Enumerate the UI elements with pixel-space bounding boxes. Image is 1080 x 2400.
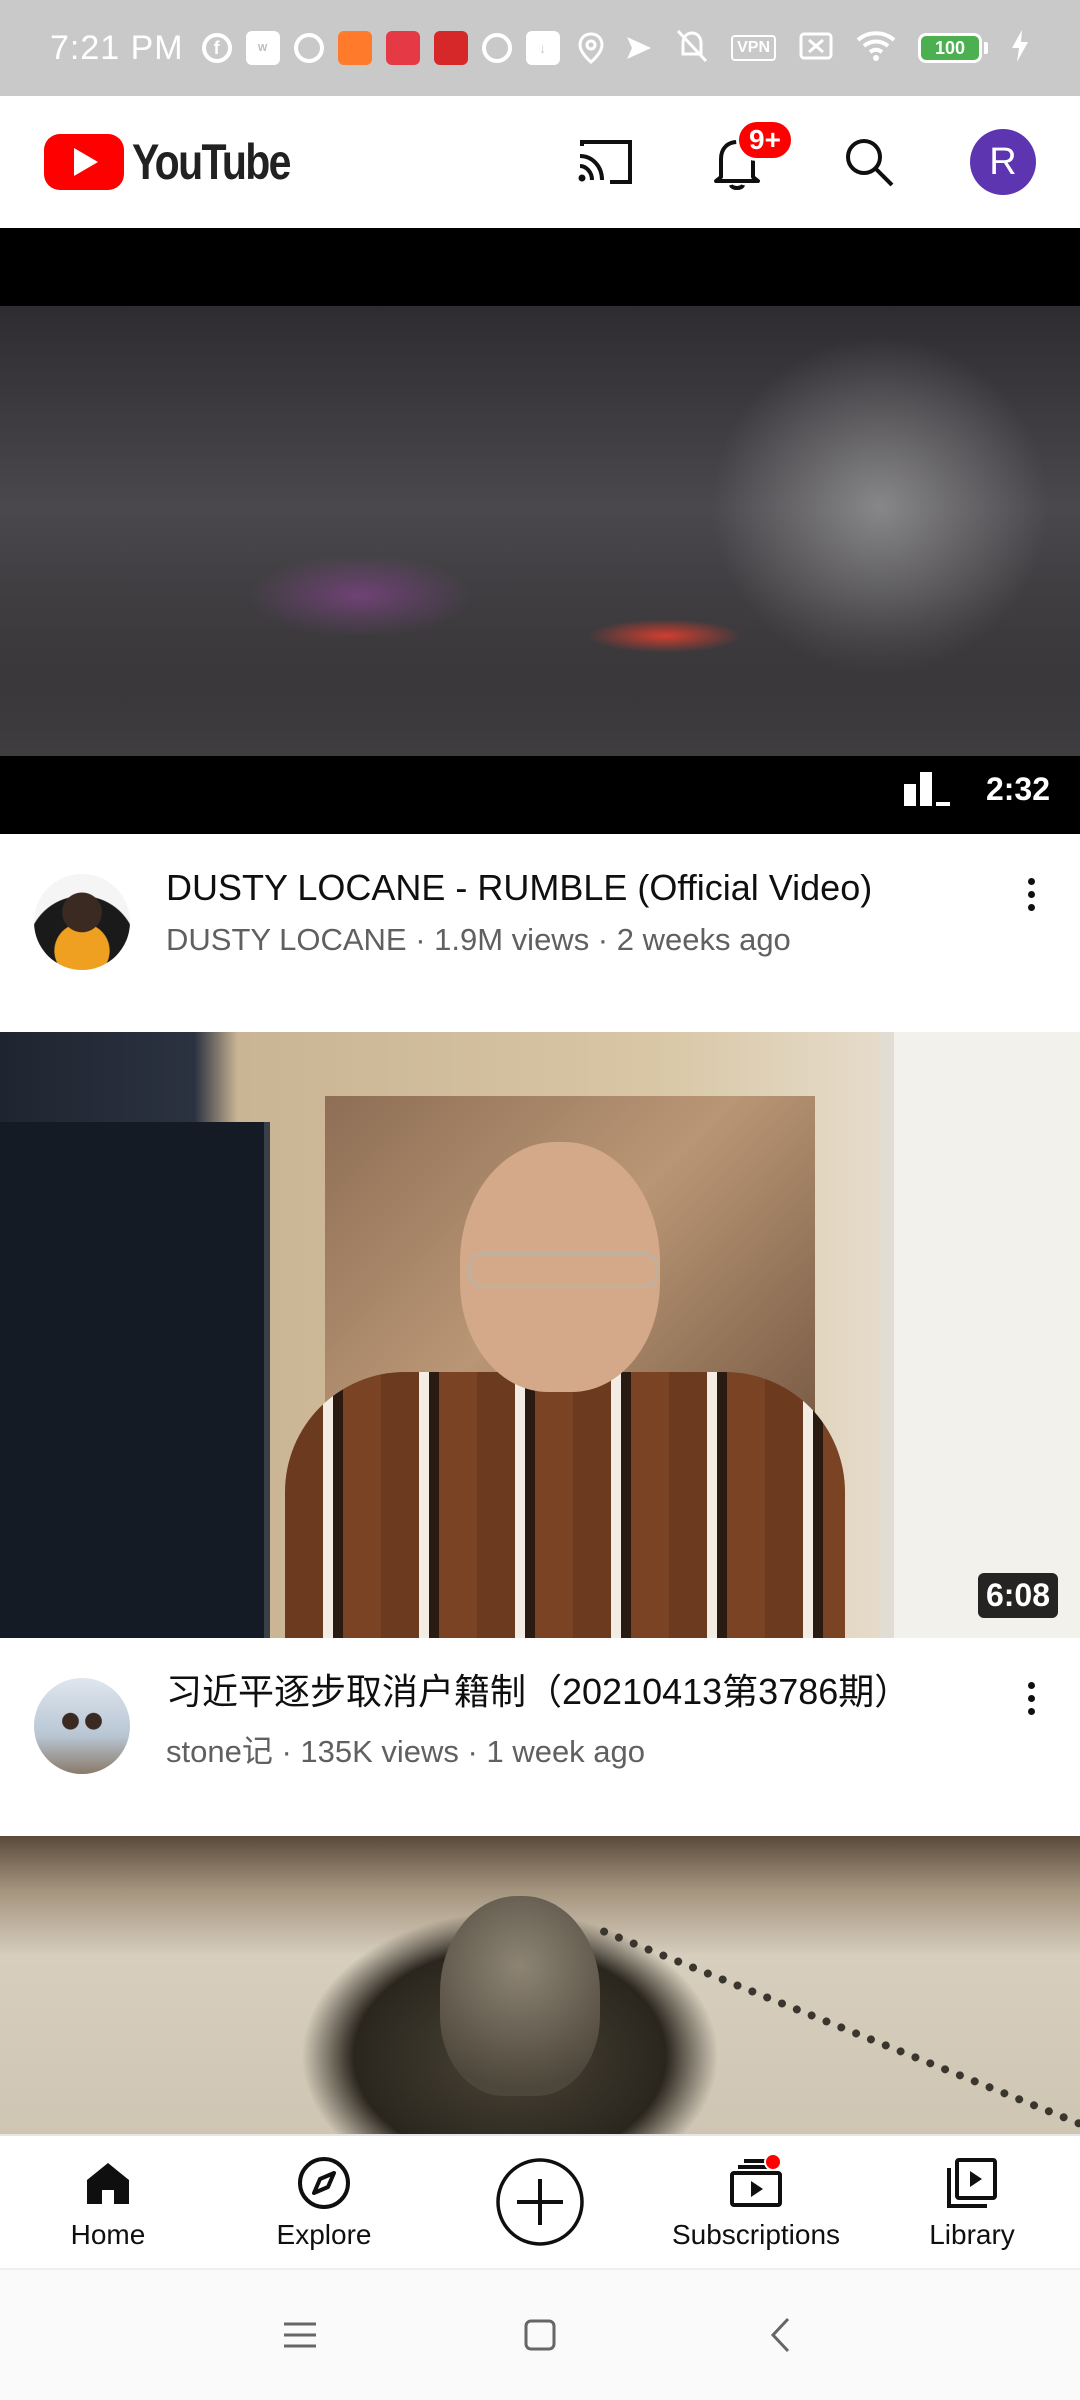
more-options-button[interactable]: [1016, 878, 1046, 1032]
video-meta[interactable]: DUSTY LOCANE - RUMBLE (Official Video) D…: [0, 834, 1080, 1032]
add-circle-icon: [494, 2156, 586, 2248]
sim-off-icon: [798, 31, 834, 66]
channel-avatar[interactable]: [34, 874, 130, 970]
notification-icons: f W ↓: [201, 31, 656, 65]
video-subtitle: stone记 · 135K views · 1 week ago: [166, 1734, 646, 1769]
subscriptions-icon: [726, 2153, 786, 2213]
video-thumbnail[interactable]: 6:08: [0, 1032, 1080, 1638]
playing-indicator-icon: [904, 772, 950, 806]
youtube-logo-text: YouTube: [132, 134, 291, 190]
download-icon: ↓: [525, 31, 560, 65]
video-duration: 2:32: [985, 771, 1050, 807]
nav-subscriptions[interactable]: Subscriptions: [648, 2136, 864, 2268]
battery-indicator: 100: [918, 33, 988, 63]
webtoon-icon: W: [245, 31, 280, 65]
vpn-badge: VPN: [731, 35, 776, 61]
nav-explore[interactable]: Explore: [216, 2136, 432, 2268]
nav-label: Home: [70, 2219, 146, 2250]
app-red-icon: [385, 31, 420, 65]
video-duration: 6:08: [977, 1573, 1058, 1618]
search-icon: [846, 139, 894, 187]
youtube-logo-icon: [44, 134, 124, 190]
home-icon: [78, 2153, 138, 2213]
at-icon-2: [481, 33, 512, 63]
more-options-button[interactable]: [1016, 1682, 1046, 1836]
header-actions: 9+ R: [574, 119, 1036, 195]
back-button[interactable]: [750, 2305, 810, 2365]
mute-icon: [675, 28, 709, 69]
youtube-logo[interactable]: YouTube: [44, 133, 324, 191]
at-icon: [293, 33, 324, 63]
notification-count-badge: 9+: [736, 119, 794, 161]
video-thumbnail[interactable]: 2:32: [0, 228, 1080, 834]
nav-create[interactable]: [432, 2136, 648, 2268]
location-icon: [574, 31, 608, 65]
system-navigation-bar: [0, 2268, 1080, 2400]
status-time: 7:21 PM: [50, 28, 184, 67]
account-avatar[interactable]: R: [970, 129, 1036, 195]
nav-library[interactable]: Library: [864, 2136, 1080, 2268]
video-thumbnail[interactable]: [0, 1836, 1080, 2134]
thumbnail-image: [0, 306, 1080, 756]
nav-home[interactable]: Home: [0, 2136, 216, 2268]
app-header: YouTube 9+ R: [0, 96, 1080, 228]
new-content-dot: [764, 2153, 782, 2171]
video-subtitle: DUSTY LOCANE · 1.9M views · 2 weeks ago: [166, 922, 791, 957]
menu-icon: [284, 2322, 316, 2348]
charging-icon: [1010, 29, 1030, 68]
app-red-badge-icon: [433, 31, 468, 65]
recent-apps-button[interactable]: [270, 2305, 330, 2365]
battery-tip: [984, 42, 988, 54]
home-system-button[interactable]: [510, 2305, 570, 2365]
battery-level: 100: [918, 33, 982, 63]
send-icon: [622, 31, 656, 65]
notifications-button[interactable]: 9+: [706, 119, 794, 193]
library-icon: [942, 2153, 1002, 2213]
cast-icon: [578, 140, 632, 184]
wifi-icon: [856, 30, 896, 67]
video-feed[interactable]: 2:32 DUSTY LOCANE - RUMBLE (Official Vid…: [0, 228, 1080, 2134]
back-chevron-icon: [770, 2317, 790, 2353]
channel-avatar[interactable]: [34, 1678, 130, 1774]
system-status-icons: VPN 100: [675, 28, 1030, 69]
status-bar: 7:21 PM f W ↓ VPN 100: [0, 0, 1080, 96]
app-orange-icon: [337, 31, 372, 65]
nav-label: Explore: [276, 2219, 372, 2250]
nav-label: Library: [929, 2219, 1015, 2250]
facebook-icon: f: [201, 33, 232, 63]
video-title[interactable]: DUSTY LOCANE - RUMBLE (Official Video): [166, 866, 1016, 910]
search-button[interactable]: [838, 131, 900, 193]
video-title[interactable]: 习近平逐步取消户籍制（20210413第3786期）: [166, 1670, 1016, 1714]
nav-label: Subscriptions: [671, 2219, 841, 2250]
video-meta[interactable]: 习近平逐步取消户籍制（20210413第3786期） stone记 · 135K…: [0, 1638, 1080, 1836]
bottom-navigation: Home Explore Subscriptions Library: [0, 2134, 1080, 2268]
cast-button[interactable]: [574, 131, 636, 193]
square-icon: [524, 2319, 556, 2351]
compass-icon: [294, 2153, 354, 2213]
